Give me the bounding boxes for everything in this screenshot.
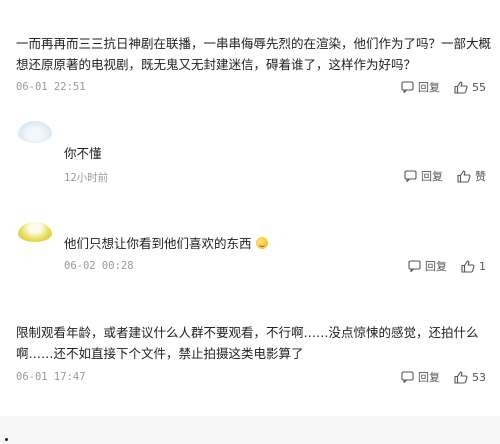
like-count: 赞 bbox=[475, 170, 486, 183]
comment-text-line: 限制观看年龄，或者建议什么人群不要观看，不行啊……没点惊悚的感觉，还拍什么 bbox=[16, 325, 479, 340]
like-count: 55 bbox=[472, 80, 486, 94]
comment-feed: 一而再再而三三抗日神剧在联播，一串串侮辱先烈的在渲染，他们作为了吗？一部大概 想… bbox=[0, 0, 500, 444]
comment-actions: 回复 赞 bbox=[404, 168, 486, 184]
comment-timestamp: 06-01 17:47 bbox=[16, 371, 86, 383]
like-count: 53 bbox=[472, 370, 486, 384]
reply-icon bbox=[404, 170, 417, 182]
reply-label: 回复 bbox=[421, 170, 443, 183]
thumbs-up-icon bbox=[457, 169, 471, 183]
thumbs-up-icon bbox=[454, 80, 468, 94]
like-button[interactable]: 1 bbox=[461, 260, 486, 273]
like-button[interactable]: 赞 bbox=[457, 168, 486, 184]
bottom-strip bbox=[0, 416, 500, 444]
comment-text-line: 一而再再而三三抗日神剧在联播，一串串侮辱先烈的在渲染，他们作为了吗？一部大概 bbox=[16, 36, 492, 51]
like-count: 1 bbox=[479, 259, 486, 273]
reply-label: 回复 bbox=[425, 260, 447, 273]
thumbs-up-icon bbox=[461, 259, 475, 273]
comment-timestamp: 06-01 22:51 bbox=[16, 81, 86, 93]
reply-icon bbox=[408, 260, 421, 272]
comment-actions: 回复 53 bbox=[401, 369, 486, 385]
edge-dot bbox=[5, 438, 8, 441]
reply-label: 回复 bbox=[418, 81, 440, 94]
thumbs-up-icon bbox=[454, 370, 468, 384]
comment-timestamp: 06-02 00:28 bbox=[64, 260, 134, 272]
reply-button[interactable]: 回复 bbox=[401, 79, 440, 95]
comment-actions: 回复 1 bbox=[408, 258, 486, 274]
reply-button[interactable]: 回复 bbox=[401, 369, 440, 385]
comment-text-line: 他们只想让你看到他们喜欢的东西 bbox=[64, 233, 268, 254]
reply-button[interactable]: 回复 bbox=[408, 258, 447, 274]
reply-label: 回复 bbox=[418, 371, 440, 384]
comment-text-line: 你不懂 bbox=[64, 146, 102, 161]
comment-text: 他们只想让你看到他们喜欢的东西 bbox=[64, 236, 252, 251]
avatar[interactable] bbox=[18, 121, 52, 143]
comment-timestamp: 12小时前 bbox=[64, 172, 109, 184]
reply-icon bbox=[401, 371, 414, 383]
reply-button[interactable]: 回复 bbox=[404, 168, 443, 184]
reply-icon bbox=[401, 81, 414, 93]
smile-emoji-icon bbox=[255, 237, 268, 249]
comment-text-line: 想还原原著的电视剧，既无鬼又无封建迷信，碍着谁了，这样作为好吗？ bbox=[16, 57, 417, 72]
avatar[interactable] bbox=[18, 222, 52, 242]
like-button[interactable]: 53 bbox=[454, 371, 486, 384]
comment-actions: 回复 55 bbox=[401, 79, 486, 95]
like-button[interactable]: 55 bbox=[454, 81, 486, 94]
comment-text-line: 啊……还不如直接下个文件，禁止拍摄这类电影算了 bbox=[16, 346, 304, 361]
